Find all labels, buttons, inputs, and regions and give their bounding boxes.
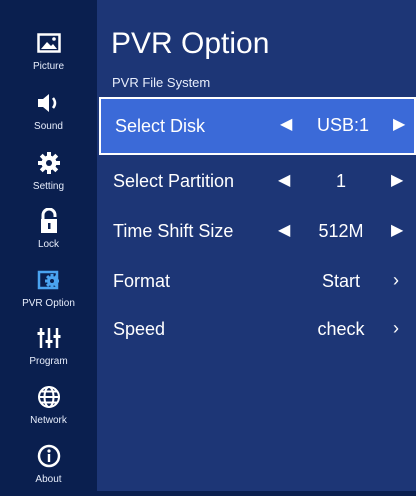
lock-icon — [0, 207, 97, 235]
option-row-select-partition[interactable]: Select Partition ◀ 1 ▶ — [97, 154, 416, 208]
sidebar-item-lock[interactable]: Lock — [0, 205, 97, 261]
option-label: Format — [113, 271, 171, 291]
speaker-icon — [0, 89, 97, 117]
globe-icon — [0, 383, 97, 411]
sidebar-item-label: Picture — [32, 61, 65, 72]
option-row-select-disk[interactable]: Select Disk ◀ USB:1 ▶ — [99, 97, 416, 155]
pvr-gear-icon — [0, 266, 97, 294]
option-label: Select Partition — [113, 171, 235, 191]
page-subtitle: PVR File System — [112, 75, 211, 90]
right-arrow-icon[interactable]: ▶ — [391, 170, 403, 192]
sliders-icon — [0, 324, 97, 352]
left-arrow-icon[interactable]: ◀ — [278, 220, 290, 242]
sidebar-item-sound[interactable]: Sound — [0, 87, 97, 143]
chevron-right-icon: › — [393, 270, 399, 290]
sidebar-item-program[interactable]: Program — [0, 322, 97, 378]
page-title: PVR Option — [111, 27, 270, 60]
option-value: 512M — [318, 221, 364, 241]
chevron-right-icon: › — [393, 318, 399, 338]
option-row-speed[interactable]: Speed check › — [97, 302, 416, 356]
left-arrow-icon[interactable]: ◀ — [280, 114, 292, 136]
option-row-time-shift-size[interactable]: Time Shift Size ◀ 512M ▶ — [97, 204, 416, 258]
info-icon — [0, 442, 97, 470]
sidebar-item-label: Program — [29, 356, 68, 367]
option-label: Select Disk — [115, 116, 206, 136]
sidebar-item-network[interactable]: Network — [0, 381, 97, 437]
option-value: 1 — [335, 171, 346, 191]
main-panel: PVR Option PVR File System Select Disk ◀… — [97, 0, 416, 491]
sidebar-item-about[interactable]: About — [0, 440, 97, 496]
sidebar: Picture Sound Setting Lock PVR Option Pr… — [0, 0, 97, 491]
sidebar-item-pvr-option[interactable]: PVR Option — [0, 264, 97, 320]
sidebar-item-label: Sound — [34, 121, 63, 132]
option-label: Speed — [113, 319, 166, 339]
sidebar-item-setting[interactable]: Setting — [0, 147, 97, 203]
option-row-format[interactable]: Format Start › — [97, 254, 416, 308]
right-arrow-icon[interactable]: ▶ — [391, 220, 403, 242]
option-label: Time Shift Size — [113, 221, 234, 241]
option-value: Start — [321, 271, 360, 291]
left-arrow-icon[interactable]: ◀ — [278, 170, 290, 192]
sidebar-item-label: Network — [30, 415, 67, 426]
option-value: USB:1 — [316, 115, 370, 135]
picture-icon — [0, 29, 97, 57]
sidebar-item-label: About — [35, 474, 62, 485]
sidebar-item-label: Lock — [37, 239, 60, 250]
sidebar-item-label: Setting — [32, 181, 65, 192]
sidebar-item-label: PVR Option — [22, 298, 75, 309]
option-value: check — [317, 319, 365, 339]
sidebar-item-picture[interactable]: Picture — [0, 27, 97, 83]
gear-icon — [0, 149, 97, 177]
right-arrow-icon[interactable]: ▶ — [393, 114, 405, 136]
